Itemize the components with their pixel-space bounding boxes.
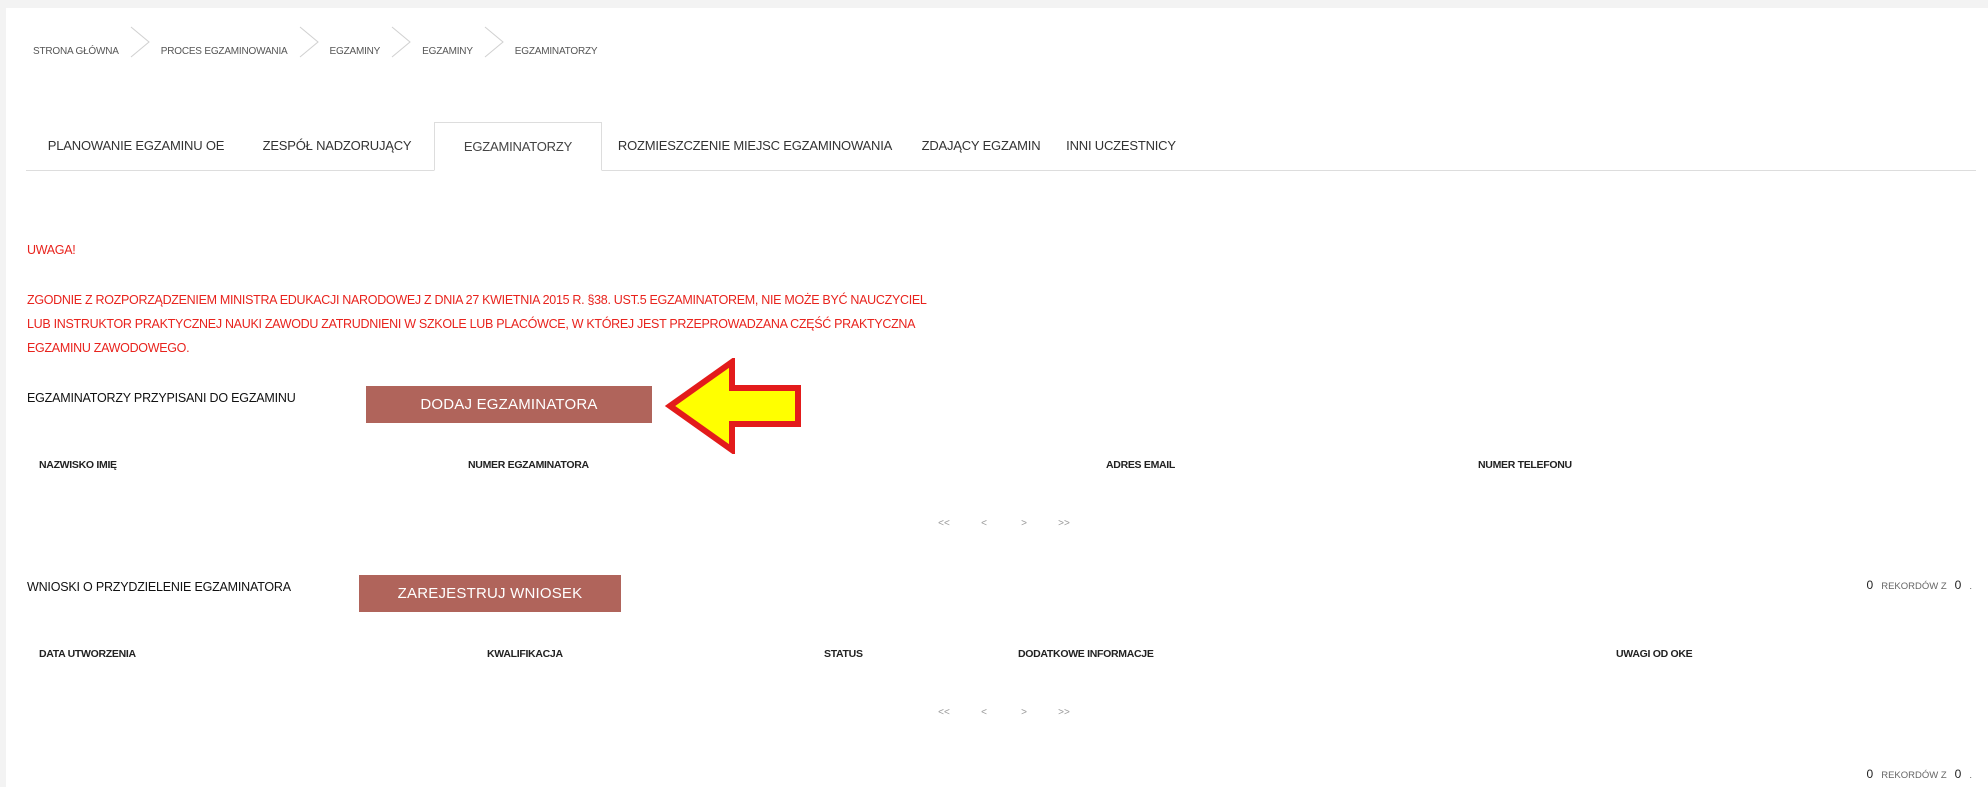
chevron-right-icon [127,26,153,68]
breadcrumb-item-home[interactable]: STRONA GŁÓWNA [33,46,119,57]
pager-prev[interactable]: < [964,707,1004,718]
record-count-label: REKORDÓW Z [1881,770,1947,781]
tab-other-participants[interactable]: INNI UCZESTNICY [1056,122,1186,170]
record-suffix: . [1969,581,1972,592]
record-total-value: 0 [1954,578,1962,592]
warning-title: UWAGA! [27,243,76,257]
pager-last[interactable]: >> [1044,518,1084,529]
requests-section-title: WNIOSKI O PRZYDZIELENIE EGZAMINATORA [27,580,291,594]
column-header-phone[interactable]: NUMER TELEFONU [1478,459,1572,471]
record-count-value: 0 [1866,578,1874,592]
add-examiner-button[interactable]: DODAJ EGZAMINATORA [366,386,652,423]
record-total-value: 0 [1954,767,1962,781]
pager-next[interactable]: > [1004,518,1044,529]
column-header-oke-notes[interactable]: UWAGI OD OKE [1616,648,1693,660]
column-header-additional-info[interactable]: DODATKOWE INFORMACJE [1018,648,1154,660]
record-suffix: . [1969,770,1972,781]
pager-last[interactable]: >> [1044,707,1084,718]
breadcrumb: STRONA GŁÓWNA PROCES EGZAMINOWANIA EGZAM… [33,26,598,59]
pager-first[interactable]: << [924,707,964,718]
breadcrumb-item-exams[interactable]: EGZAMINY [330,46,381,57]
examiners-pagination: << < > >> [924,518,1084,529]
record-count-value: 0 [1866,767,1874,781]
column-header-qualification[interactable]: KWALIFIKACJA [487,648,563,660]
examiners-record-count: 0 REKORDÓW Z 0 . [1867,578,1972,592]
requests-record-count: 0 REKORDÓW Z 0 . [1867,767,1972,781]
examiners-section-title: EGZAMINATORZY PRZYPISANI DO EGZAMINU [27,391,296,405]
tab-exam-takers[interactable]: ZDAJĄCY EGZAMIN [906,122,1056,170]
chevron-right-icon [296,26,322,68]
pager-prev[interactable]: < [964,518,1004,529]
chevron-right-icon [481,26,507,68]
breadcrumb-item-examiners: EGZAMINATORZY [514,45,598,57]
pager-next[interactable]: > [1004,707,1044,718]
tab-exam-locations[interactable]: ROZMIESZCZENIE MIEJSC EGZAMINOWANIA [604,122,906,170]
register-request-button[interactable]: ZAREJESTRUJ WNIOSEK [359,575,621,612]
requests-pagination: << < > >> [924,707,1084,718]
warning-line-2: LUB INSTRUKTOR PRAKTYCZNEJ NAUKI ZAWODU … [27,317,916,331]
tab-examiners[interactable]: EGZAMINATORZY [434,122,602,171]
warning-line-1: ZGODNIE Z ROZPORZĄDZENIEM MINISTRA EDUKA… [27,293,927,307]
breadcrumb-item-process[interactable]: PROCES EGZAMINOWANIA [161,46,288,57]
tab-supervising-team[interactable]: ZESPÓŁ NADZORUJĄCY [248,122,426,170]
tab-bar: PLANOWANIE EGZAMINU OE ZESPÓŁ NADZORUJĄC… [26,122,1976,171]
record-count-label: REKORDÓW Z [1881,581,1947,592]
column-header-created-date[interactable]: DATA UTWORZENIA [39,648,136,660]
breadcrumb-item-exams-2[interactable]: EGZAMINY [422,46,473,57]
column-header-status[interactable]: STATUS [824,648,863,660]
arrow-pointer-icon [664,358,801,454]
column-header-email[interactable]: ADRES EMAIL [1106,459,1175,471]
warning-line-3: EGZAMINU ZAWODOWEGO. [27,341,190,355]
pager-first[interactable]: << [924,518,964,529]
column-header-name[interactable]: NAZWISKO IMIĘ [39,459,117,471]
column-header-examiner-number[interactable]: NUMER EGZAMINATORA [468,459,589,471]
tab-exam-planning[interactable]: PLANOWANIE EGZAMINU OE [26,122,246,170]
chevron-right-icon [388,26,414,68]
